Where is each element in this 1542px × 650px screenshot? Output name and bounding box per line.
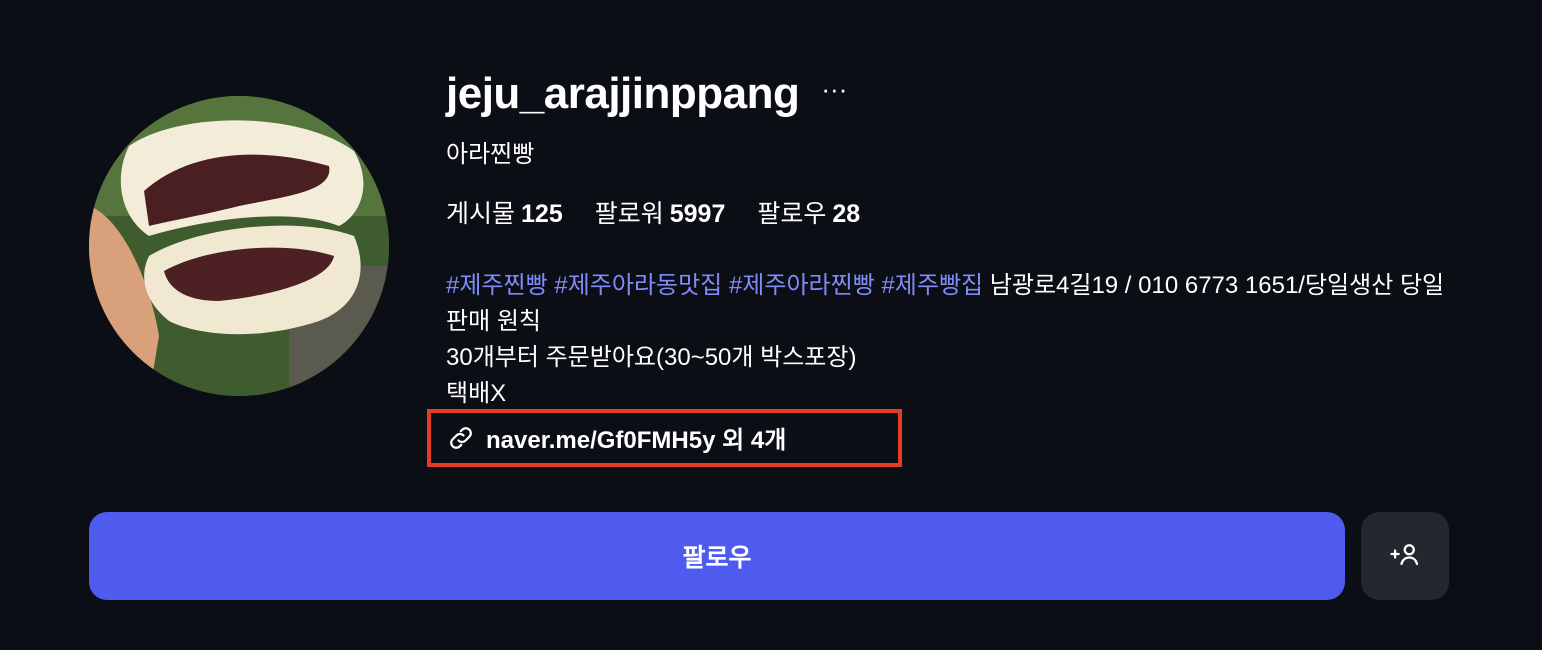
steamed-bun-photo — [89, 96, 389, 396]
stat-value: 125 — [521, 200, 563, 228]
stat-label: 팔로우 — [757, 200, 827, 228]
stat-label: 게시물 — [446, 200, 516, 228]
bio-line-2: 30개부터 주문받아요(30~50개 박스포장) — [446, 344, 857, 371]
bio-line-1: #제주찐빵 #제주아라동맛집 #제주아라찐빵 #제주빵집 남광로4길19 / 0… — [446, 268, 1456, 340]
follow-button[interactable]: 팔로우 — [89, 512, 1345, 600]
stat-value: 28 — [832, 200, 861, 228]
stat-label: 팔로워 — [594, 200, 664, 228]
follow-button-label: 팔로우 — [682, 544, 752, 572]
suggested-accounts-button[interactable] — [1361, 512, 1449, 600]
full-name: 아라찐빵 — [446, 141, 535, 168]
stat-followers[interactable]: 팔로워 5997 — [595, 194, 726, 230]
add-person-icon — [1388, 537, 1422, 576]
hashtag-link[interactable]: #제주아라동맛집 — [554, 272, 722, 299]
profile-stats: 게시물 125 팔로워 5997 팔로우 28 — [446, 194, 892, 230]
username: jeju_arajjinppang — [446, 69, 800, 118]
bio-line-3: 택배X — [446, 380, 507, 407]
hashtag-link[interactable]: #제주찐빵 — [446, 272, 548, 299]
stat-posts[interactable]: 게시물 125 — [446, 194, 563, 230]
external-link[interactable]: naver.me/Gf0FMH5y 외 4개 — [446, 420, 786, 455]
username-row: jeju_arajjinppang ··· — [446, 66, 847, 122]
external-link-text: naver.me/Gf0FMH5y 외 4개 — [486, 427, 787, 454]
stat-following[interactable]: 팔로우 28 — [757, 194, 860, 230]
stat-value: 5997 — [669, 200, 726, 228]
profile-page: jeju_arajjinppang ··· 아라찐빵 게시물 125 팔로워 599… — [0, 0, 1542, 650]
bio: #제주찐빵 #제주아라동맛집 #제주아라찐빵 #제주빵집 남광로4길19 / 0… — [446, 268, 1456, 412]
hashtag-link[interactable]: #제주빵집 — [881, 272, 983, 299]
hashtag-link[interactable]: #제주아라찐빵 — [729, 272, 875, 299]
more-options-button[interactable]: ··· — [821, 76, 847, 112]
profile-avatar[interactable] — [89, 96, 389, 396]
link-icon — [446, 423, 476, 453]
